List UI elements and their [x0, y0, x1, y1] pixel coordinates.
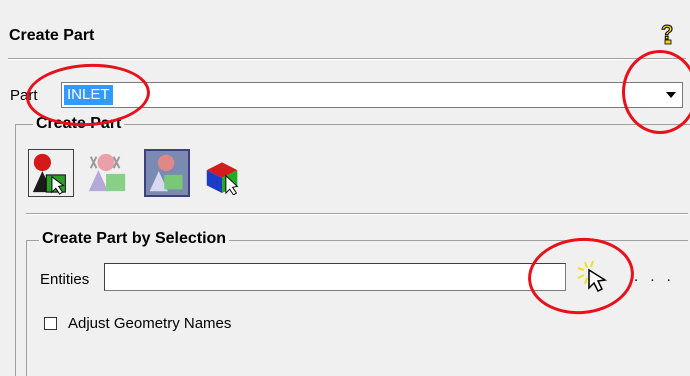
entities-input[interactable]	[104, 263, 566, 291]
panel-title: Create Part	[9, 27, 95, 44]
adjust-geometry-names-checkbox[interactable]	[44, 317, 57, 330]
tools-separator	[26, 213, 688, 215]
geometry-tool-icon	[149, 154, 183, 192]
annotation-circle-dropdown	[622, 50, 690, 134]
help-icon[interactable]: ?	[658, 21, 680, 45]
create-part-by-blocks-tool[interactable]	[201, 149, 247, 197]
selection-tool-icon	[32, 153, 66, 195]
adjust-geometry-names-label: Adjust Geometry Names	[68, 315, 232, 332]
body-tool-icon	[88, 153, 126, 192]
more-button[interactable]: . . .	[634, 268, 675, 285]
selection-group-legend: Create Part by Selection	[39, 230, 230, 248]
create-part-by-selection-tool[interactable]	[28, 149, 74, 197]
create-part-by-body-tool[interactable]	[85, 149, 131, 197]
entities-label: Entities	[40, 271, 90, 288]
blocks-tool-icon	[206, 162, 239, 196]
create-part-by-geometry-tool[interactable]	[144, 149, 190, 197]
part-combobox[interactable]: INLET	[61, 82, 683, 108]
header-separator	[8, 58, 686, 60]
